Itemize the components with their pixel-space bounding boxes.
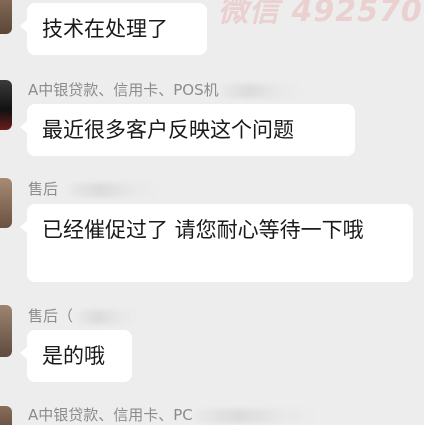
avatar[interactable] — [0, 178, 12, 228]
chat-window: 微信 492570 技术在处理了 A中银贷款、信用卡、POS机 最近很多客户反映… — [0, 0, 424, 425]
avatar[interactable] — [0, 406, 12, 425]
message-text: 是的哦 — [42, 344, 105, 368]
message-bubble[interactable]: 技术在处理了 — [20, 3, 207, 55]
message-bubble[interactable]: 是的哦 — [20, 330, 132, 382]
message-bubble[interactable]: 已经催促过了 请您耐心等待一下哦 — [20, 204, 413, 282]
message-text: 技术在处理了 — [42, 17, 168, 41]
avatar[interactable] — [0, 305, 12, 357]
avatar[interactable] — [0, 0, 12, 34]
watermark: 微信 492570 — [218, 0, 423, 29]
avatar[interactable] — [0, 80, 12, 130]
message-text: 最近很多客户反映这个问题 — [42, 118, 294, 142]
sender-name: 售后 — [28, 178, 159, 199]
message-bubble[interactable]: 最近很多客户反映这个问题 — [20, 104, 355, 156]
sender-name: A中银贷款、信用卡、PC — [28, 404, 315, 425]
message-text: 已经催促过了 请您耐心等待一下哦 — [42, 218, 364, 242]
sender-name: A中银贷款、信用卡、POS机 — [28, 79, 301, 100]
sender-name: 售后（ — [28, 305, 138, 326]
